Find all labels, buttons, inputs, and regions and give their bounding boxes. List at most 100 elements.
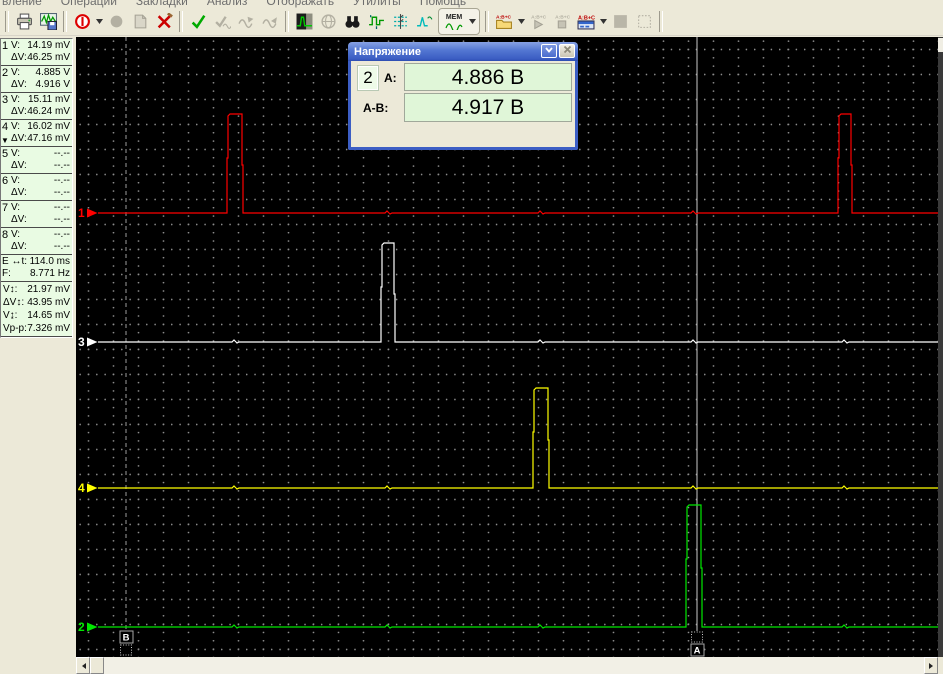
folderAbc-icon: A:B+C [495, 13, 513, 30]
display-panel-button[interactable]: A:B+C [574, 10, 598, 33]
scroll-left-button[interactable] [76, 657, 90, 674]
vertical-scrollbar-thumb[interactable] [938, 38, 943, 52]
measurement-line: V↨:14.65 mV [3, 309, 70, 322]
toolbar-separator [63, 11, 67, 32]
measurement-line: V:--.-- [11, 229, 70, 241]
stopAbc-icon: A:B+C [553, 13, 571, 30]
view-oscillogram-button[interactable] [292, 10, 316, 33]
power-icon [74, 13, 91, 30]
measurement-line: ΔV:47.16 mV [11, 133, 70, 145]
power-button-dropdown[interactable] [94, 10, 104, 33]
measurement-line: V:15.11 mV [11, 94, 70, 106]
dropdown-arrow-icon[interactable] [467, 10, 477, 33]
dialog-title: Напряжение [354, 46, 421, 58]
dialog-voltage-ab-value: 4.917 В [404, 93, 572, 122]
horizontal-scrollbar-track[interactable] [104, 657, 924, 674]
open-file-button-dropdown[interactable] [516, 10, 526, 33]
display-panel-button-dropdown[interactable] [598, 10, 608, 33]
web-button[interactable] [316, 10, 340, 33]
waveArrow2-icon [262, 13, 279, 30]
play-record-button[interactable]: A:B+C [526, 10, 550, 33]
channel-2-trace [98, 505, 938, 628]
measurement-line: V:--.-- [11, 175, 70, 187]
chevron-down-icon [544, 45, 554, 57]
printer-icon [16, 13, 33, 30]
viewWave-icon [296, 13, 313, 30]
binoculars-icon [344, 13, 361, 30]
channel-4-marker-label: 4 [78, 481, 85, 495]
record-button[interactable] [104, 10, 128, 33]
measurement-line: V:--.-- [11, 148, 70, 160]
power-button[interactable] [70, 10, 94, 33]
open-file-button[interactable]: A:B+C [492, 10, 516, 33]
dialog-close-button[interactable] [559, 44, 575, 58]
memory-icon: MEM [441, 14, 467, 30]
dialog-titlebar[interactable]: Напряжение [348, 42, 578, 61]
measurement-line: V:--.-- [11, 202, 70, 214]
clear-button[interactable] [152, 10, 176, 33]
wave-prev-button[interactable] [234, 10, 258, 33]
channel-4-arrow-icon[interactable] [87, 484, 98, 493]
measure-once-button[interactable] [186, 10, 210, 33]
levels-button[interactable] [388, 10, 412, 33]
scroll-right-button[interactable] [924, 657, 938, 674]
signal-markers-button[interactable] [364, 10, 388, 33]
channel-5-cell[interactable]: 5V:--.--ΔV:--.-- [1, 147, 72, 174]
menu-item-4[interactable]: Отображать [266, 0, 334, 8]
measurement-line: ΔV:--.-- [11, 214, 70, 226]
cursor-b-label: B [123, 633, 130, 644]
acquire-page-button[interactable] [128, 10, 152, 33]
horizontal-scrollbar[interactable] [76, 657, 938, 674]
dialog-channel-selector[interactable]: 2 [357, 65, 379, 91]
channel-7-cell[interactable]: 7V:--.--ΔV:--.-- [1, 201, 72, 228]
svg-text:A:B+C: A:B+C [531, 14, 547, 20]
channel-3-trace [98, 243, 938, 343]
cursor-b-handle[interactable] [121, 645, 132, 655]
measurement-line: V:16.02 mV [11, 121, 70, 133]
waveCyan-icon [416, 13, 433, 30]
channel-2-arrow-icon[interactable] [87, 623, 98, 632]
channel-2-cell[interactable]: 2V:4.885 VΔV:4.916 V [1, 66, 72, 93]
timing-cell[interactable]: E ↔t:114.0 msF:8.771 Hz [1, 255, 72, 282]
memory-button[interactable]: MEM [438, 8, 480, 35]
menu-item-3[interactable]: Анализ [207, 0, 248, 8]
channel-3-arrow-icon[interactable] [87, 338, 98, 347]
channel-number: 5 [2, 148, 11, 173]
voltage-stats-cell[interactable]: V↕:21.97 mVΔV↕:43.95 mVV↨:14.65 mVVp-p:7… [1, 282, 72, 337]
menu-bar: вление Операции Закладки Анализ Отображать Ут… [0, 0, 943, 8]
menu-item-1[interactable]: Операции [61, 0, 117, 8]
search-button[interactable] [340, 10, 364, 33]
dialog-row-a-label: A: [384, 71, 397, 85]
channel-6-cell[interactable]: 6V:--.--ΔV:--.-- [1, 174, 72, 201]
print-button[interactable] [12, 10, 36, 33]
vertical-scrollbar[interactable] [938, 37, 943, 657]
signal-wave-button[interactable] [412, 10, 436, 33]
toolbar: MEMA:B+CA:B+CA:B+CA:B+C [0, 8, 943, 36]
dialog-collapse-button[interactable] [541, 44, 557, 58]
globe-icon [320, 13, 337, 30]
cursor-a-handle[interactable] [692, 632, 703, 642]
channel-3-cell[interactable]: 3V:15.11 mVΔV:46.24 mV [1, 93, 72, 120]
save-oscillogram-button[interactable] [36, 10, 60, 33]
menu-item-0[interactable]: вление [2, 0, 42, 8]
measurement-line: V:14.19 mV [11, 40, 70, 52]
dottedSquare-icon [636, 13, 653, 30]
waveMarkers-icon [368, 13, 385, 30]
measure-continuous-button[interactable] [210, 10, 234, 33]
wave-next-button[interactable] [258, 10, 282, 33]
close-icon [563, 45, 572, 57]
levels-icon [392, 13, 409, 30]
menu-item-2[interactable]: Закладки [136, 0, 188, 8]
toolbar-separator [5, 11, 9, 32]
grid-square-button[interactable] [632, 10, 656, 33]
right-arrow-icon [929, 663, 936, 669]
stop-record-button[interactable]: A:B+C [550, 10, 574, 33]
square-button[interactable] [608, 10, 632, 33]
channel-1-arrow-icon[interactable] [87, 209, 98, 218]
horizontal-scrollbar-thumb[interactable] [90, 657, 104, 674]
menu-item-5[interactable]: Утилиты [353, 0, 401, 8]
menu-item-6[interactable]: Помощь [420, 0, 466, 8]
channel-4-cell[interactable]: 4V:16.02 mVΔV:47.16 mV▼ [1, 120, 72, 147]
channel-8-cell[interactable]: 8V:--.--ΔV:--.-- [1, 228, 72, 255]
channel-1-cell[interactable]: 1V:14.19 mVΔV:46.25 mV [1, 39, 72, 66]
